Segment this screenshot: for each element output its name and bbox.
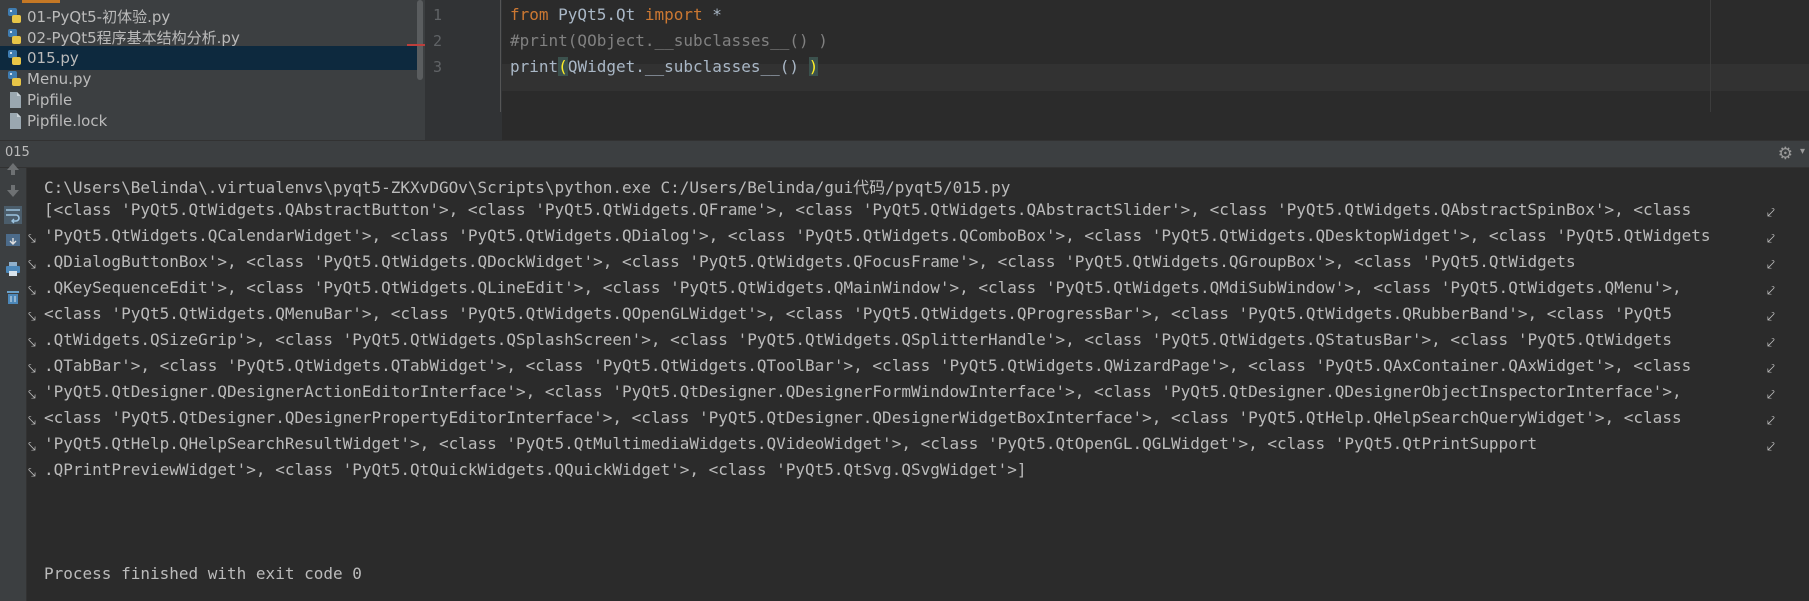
python-file-icon	[6, 49, 24, 67]
soft-wrap-end-icon: ⤦	[1767, 257, 1775, 273]
soft-wrap-icon[interactable]	[4, 206, 22, 224]
soft-wrap-start-icon: ⤥	[28, 439, 36, 455]
console-output-line: <class 'PyQt5.QtDesigner.QDesignerProper…	[44, 408, 1692, 427]
code-text: QWidget.__subclasses__()	[567, 57, 809, 76]
code-line-3[interactable]: print(QWidget.__subclasses__() )	[510, 57, 819, 76]
file-icon	[6, 112, 24, 130]
tree-item-label: Pipfile	[27, 91, 73, 109]
console-output-line: <class 'PyQt5.QtWidgets.QMenuBar'>, <cla…	[44, 304, 1672, 323]
line-number: 2	[433, 32, 443, 50]
console-output-line: [<class 'PyQt5.QtWidgets.QAbstractButton…	[44, 200, 1701, 219]
line-number: 3	[433, 58, 443, 76]
matched-bracket-open: (	[558, 57, 568, 76]
run-panel-header: 015 ⚙ ▾	[0, 140, 1809, 168]
code-text: *	[702, 5, 722, 24]
run-toolbar	[0, 163, 27, 601]
tree-item-label: 015.py	[27, 49, 79, 67]
project-tree: 01-PyQt5-初体验.py 02-PyQt5程序基本结构分析.py 015.…	[0, 0, 425, 140]
error-marker	[407, 44, 425, 46]
soft-wrap-start-icon: ⤥	[28, 231, 36, 247]
console-output-line: .QPrintPreviewWidget'>, <class 'PyQt5.Qt…	[44, 460, 1027, 479]
print-icon[interactable]	[4, 260, 22, 278]
soft-wrap-start-icon: ⤥	[28, 361, 36, 377]
file-icon	[6, 91, 24, 109]
soft-wrap-start-icon: ⤥	[28, 387, 36, 403]
chevron-down-icon[interactable]: ▾	[1800, 146, 1805, 157]
tree-item-pipfile-lock[interactable]: Pipfile.lock	[0, 109, 425, 133]
console-output-line: 'PyQt5.QtWidgets.QCalendarWidget'>, <cla…	[44, 226, 1711, 245]
soft-wrap-start-icon: ⤥	[28, 257, 36, 273]
console-output-line: 'PyQt5.QtHelp.QHelpSearchResultWidget'>,…	[44, 434, 1538, 453]
python-file-icon	[6, 28, 24, 46]
soft-wrap-start-icon: ⤥	[28, 465, 36, 481]
tree-item-label: 01-PyQt5-初体验.py	[27, 7, 171, 26]
trash-icon[interactable]	[4, 288, 22, 306]
arrow-down-icon[interactable]	[4, 182, 22, 200]
code-comment: #print(QObject.__subclasses__() )	[510, 31, 828, 50]
soft-wrap-end-icon: ⤦	[1767, 309, 1775, 325]
gutter-separator	[500, 0, 501, 112]
matched-bracket-close: )	[808, 57, 819, 76]
soft-wrap-end-icon: ⤦	[1767, 387, 1775, 403]
soft-wrap-start-icon: ⤥	[28, 413, 36, 429]
console-output-line: 'PyQt5.QtDesigner.QDesignerActionEditorI…	[44, 382, 1692, 401]
tree-item-label: 02-PyQt5程序基本结构分析.py	[27, 28, 240, 47]
soft-wrap-start-icon: ⤥	[28, 335, 36, 351]
console-command: C:\Users\Belinda\.virtualenvs\pyqt5-ZKXv…	[44, 178, 1011, 197]
gear-icon[interactable]: ⚙	[1778, 144, 1793, 164]
console-output-line: .QtWidgets.QSizeGrip'>, <class 'PyQt5.Qt…	[44, 330, 1672, 349]
keyword-from: from	[510, 5, 549, 24]
code-line-1[interactable]: from PyQt5.Qt import *	[510, 5, 722, 24]
soft-wrap-end-icon: ⤦	[1767, 439, 1775, 455]
code-text: print	[510, 57, 559, 76]
code-line-2[interactable]: #print(QObject.__subclasses__() )	[510, 31, 828, 50]
run-tab-title[interactable]: 015	[5, 145, 30, 160]
code-text: PyQt5.Qt	[548, 5, 645, 24]
scroll-to-end-icon[interactable]	[4, 232, 22, 250]
python-file-icon	[6, 70, 24, 88]
right-margin-guide	[1710, 0, 1711, 112]
console-output-line: .QDialogButtonBox'>, <class 'PyQt5.QtWid…	[44, 252, 1576, 271]
tree-item-label: Menu.py	[27, 70, 92, 88]
arrow-up-icon[interactable]	[4, 160, 22, 178]
soft-wrap-end-icon: ⤦	[1767, 231, 1775, 247]
tree-scrollbar[interactable]	[417, 0, 423, 80]
python-file-icon	[6, 7, 24, 25]
soft-wrap-end-icon: ⤦	[1767, 413, 1775, 429]
soft-wrap-start-icon: ⤥	[28, 283, 36, 299]
soft-wrap-start-icon: ⤥	[28, 309, 36, 325]
soft-wrap-end-icon: ⤦	[1767, 361, 1775, 377]
tree-scroll-marker	[22, 0, 60, 3]
soft-wrap-end-icon: ⤦	[1767, 283, 1775, 299]
console-exit-message: Process finished with exit code 0	[44, 564, 362, 583]
soft-wrap-end-icon: ⤦	[1767, 205, 1775, 221]
soft-wrap-end-icon: ⤦	[1767, 335, 1775, 351]
console-output-line: .QTabBar'>, <class 'PyQt5.QtWidgets.QTab…	[44, 356, 1701, 375]
line-number: 1	[433, 6, 443, 24]
console-output-line: .QKeySequenceEdit'>, <class 'PyQt5.QtWid…	[44, 278, 1692, 297]
keyword-import: import	[644, 5, 703, 24]
tree-item-label: Pipfile.lock	[27, 112, 108, 130]
